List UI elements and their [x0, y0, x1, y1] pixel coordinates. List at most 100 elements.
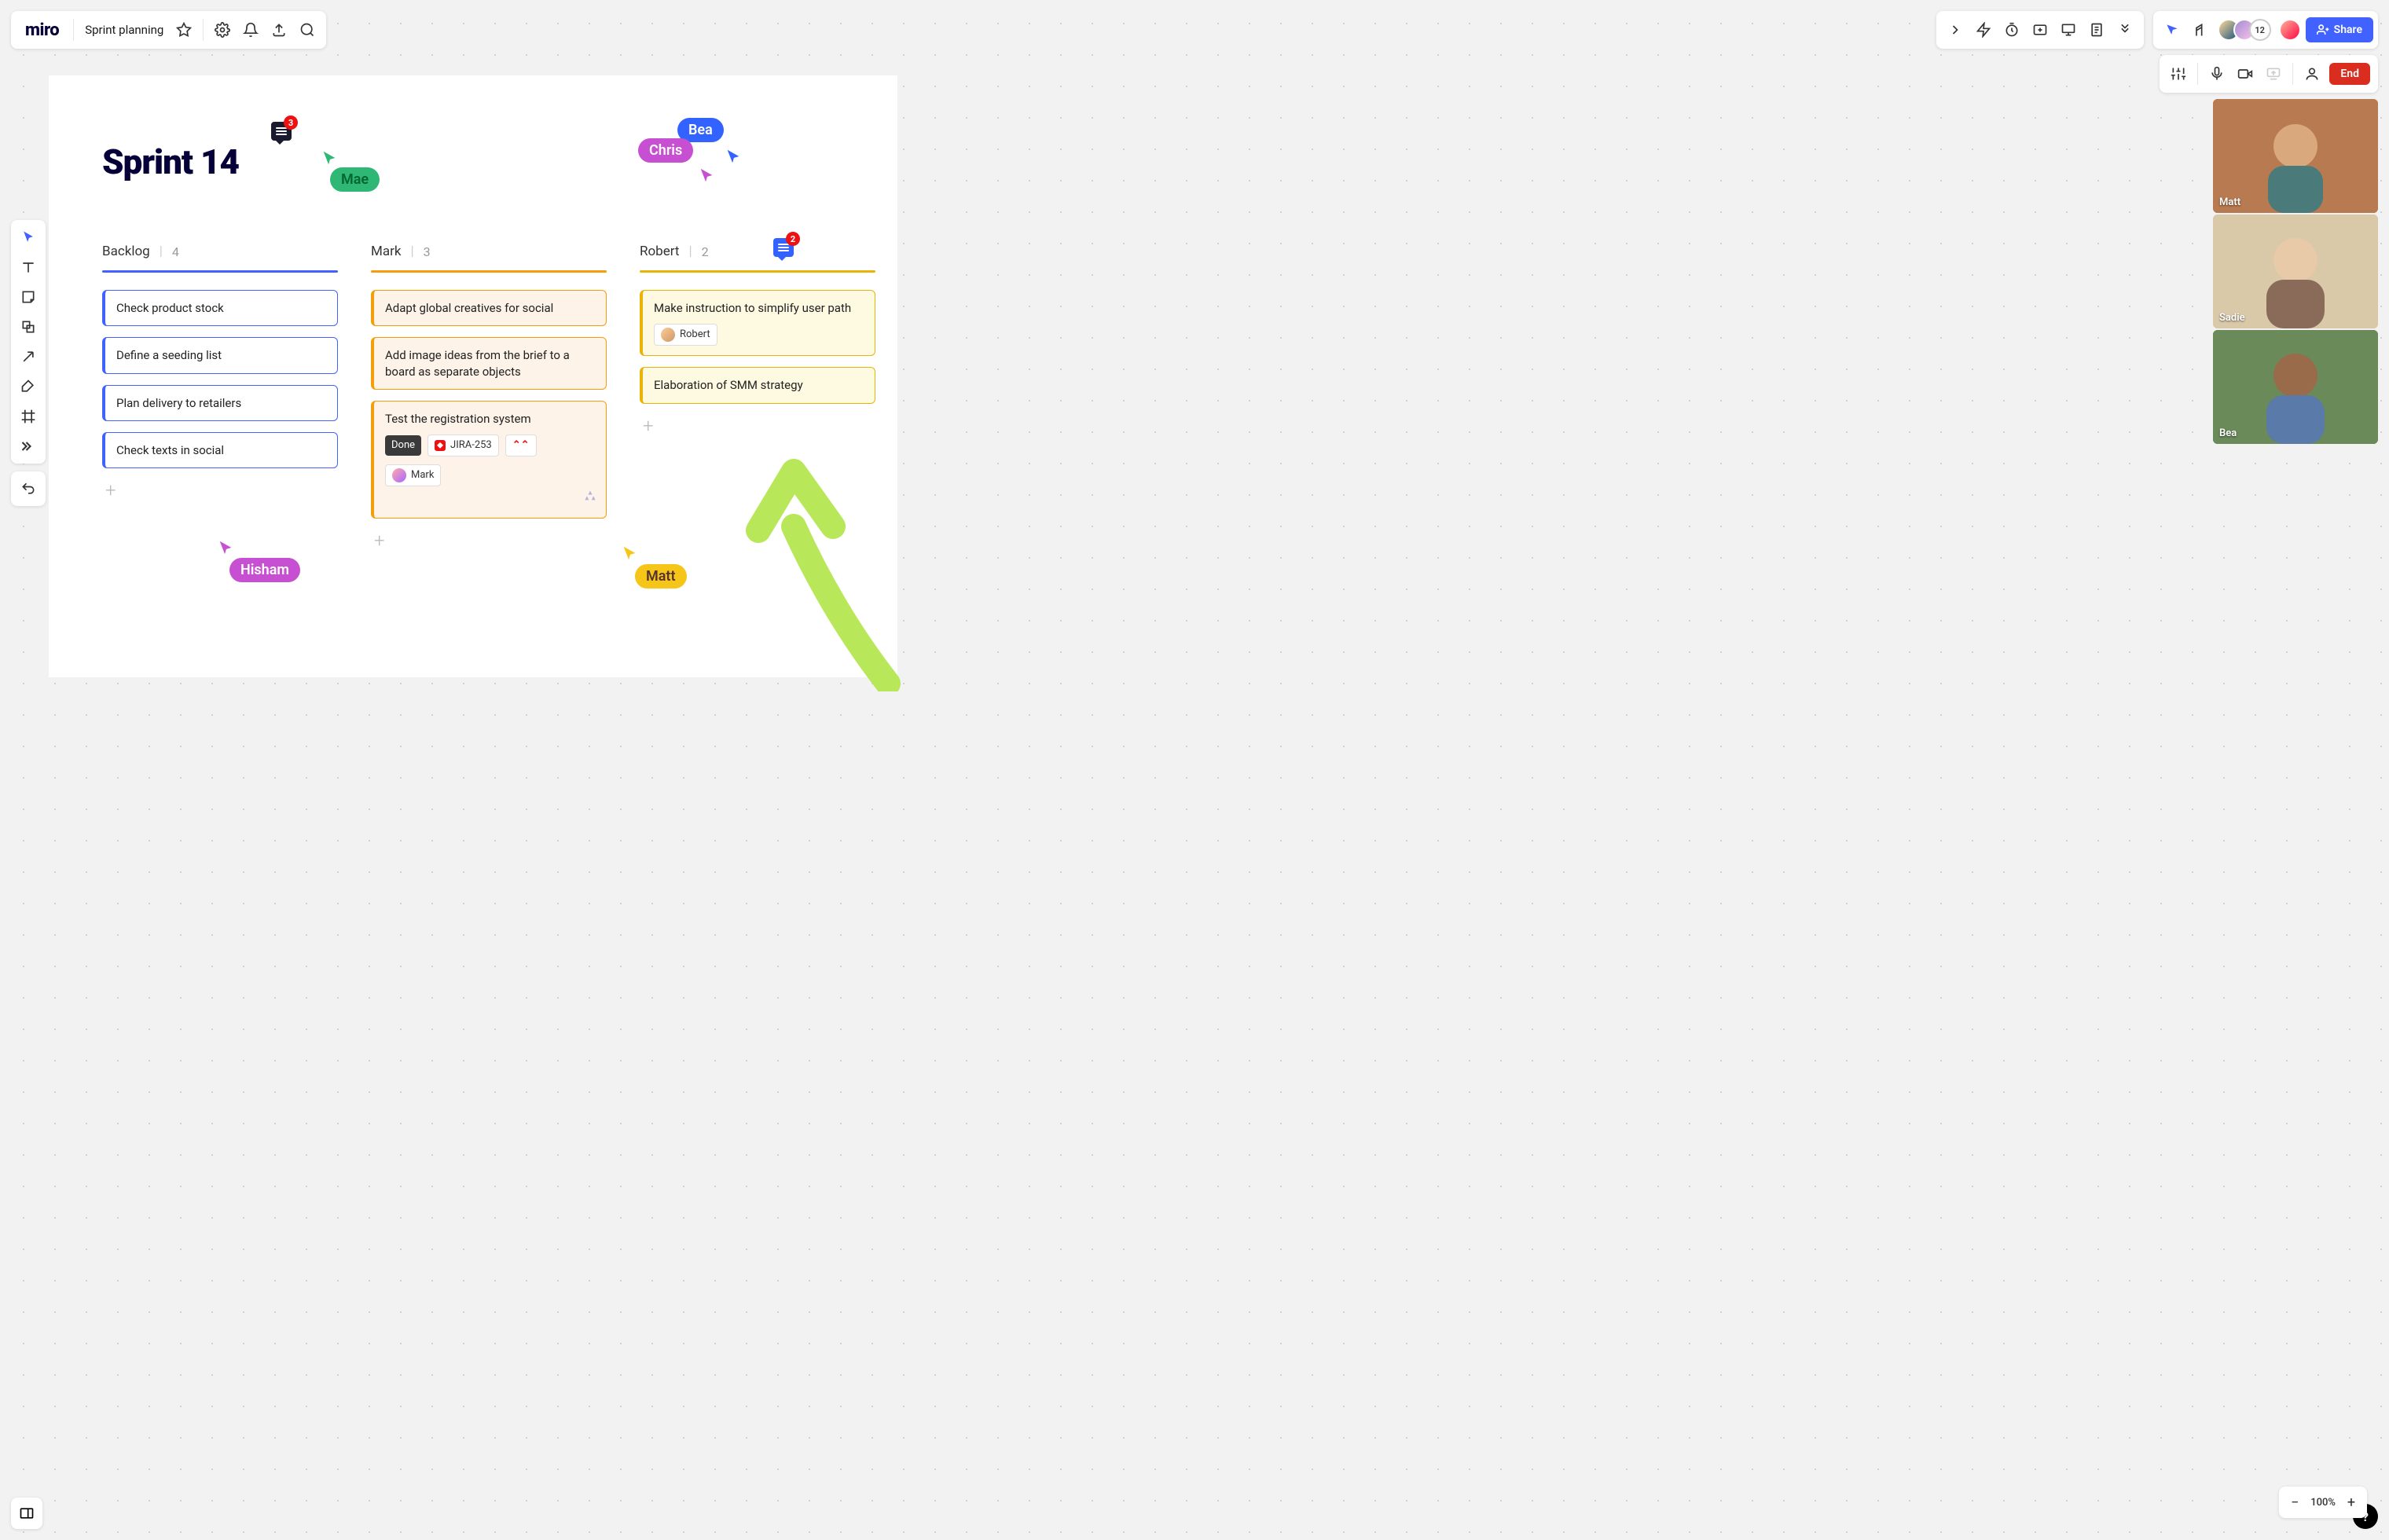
participant-avatars[interactable]: 12	[2218, 19, 2271, 41]
add-card-button[interactable]: +	[640, 415, 875, 437]
frame-tool-icon[interactable]	[14, 402, 42, 431]
status-chip[interactable]: Done	[385, 435, 421, 456]
my-avatar[interactable]	[2279, 19, 2301, 41]
column-header[interactable]: Robert | 2	[640, 244, 875, 270]
card-text: Make instruction to simplify user path	[654, 300, 864, 316]
card[interactable]: Add image ideas from the brief to a boar…	[371, 337, 607, 390]
assignee-chip[interactable]: Mark	[385, 464, 441, 486]
jira-chip[interactable]: JIRA-253	[428, 434, 499, 456]
cursor-hisham: Hisham	[229, 558, 300, 582]
column-robert: Robert | 2 Make instruction to simplify …	[640, 244, 875, 437]
cursor-mae: Mae	[330, 167, 380, 192]
miro-logo[interactable]: miro	[16, 20, 68, 40]
priority-chip[interactable]: ⌃⌃	[505, 434, 537, 456]
notifications-icon[interactable]	[237, 16, 265, 44]
assignee-chip[interactable]: Robert	[654, 324, 717, 346]
column-backlog: Backlog | 4 Check product stock Define a…	[102, 244, 338, 501]
notes-icon[interactable]	[2083, 16, 2111, 44]
card[interactable]: Make instruction to simplify user path R…	[640, 290, 875, 356]
video-tile[interactable]: Bea	[2213, 330, 2378, 444]
avatar-icon	[392, 468, 406, 482]
card[interactable]: Elaboration of SMM strategy	[640, 367, 875, 403]
column-name: Robert	[640, 244, 679, 259]
divider	[2292, 63, 2293, 85]
card[interactable]: Adapt global creatives for social	[371, 290, 607, 326]
avatar-count[interactable]: 12	[2249, 19, 2271, 41]
mic-icon[interactable]	[2203, 60, 2231, 88]
search-icon[interactable]	[293, 16, 321, 44]
cursor-share-icon[interactable]	[2158, 16, 2186, 44]
more-tools-icon[interactable]	[14, 432, 42, 460]
tools-group	[11, 220, 46, 464]
column-header[interactable]: Backlog | 4	[102, 244, 338, 270]
divider	[2197, 63, 2198, 85]
voting-icon[interactable]	[2026, 16, 2054, 44]
screenshare-icon[interactable]	[2259, 60, 2288, 88]
call-controls: End	[2160, 55, 2378, 93]
share-button[interactable]: Share	[2306, 17, 2373, 42]
column-divider	[640, 270, 875, 273]
more-apps-icon[interactable]	[2111, 16, 2139, 44]
column-header[interactable]: Mark | 3	[371, 244, 607, 270]
card[interactable]: Test the registration system Done JIRA-2…	[371, 401, 607, 519]
sticky-note-tool-icon[interactable]	[14, 283, 42, 311]
timer-icon[interactable]	[1998, 16, 2026, 44]
column-divider	[371, 270, 607, 273]
settings-icon[interactable]	[208, 16, 237, 44]
end-call-button[interactable]: End	[2329, 63, 2370, 85]
undo-group	[11, 471, 46, 506]
expand-icon[interactable]	[1941, 16, 1969, 44]
reactions-icon[interactable]	[2186, 16, 2215, 44]
card[interactable]: Check texts in social	[102, 432, 338, 468]
zoom-out-button[interactable]: −	[2282, 1490, 2307, 1515]
column-name: Mark	[371, 244, 401, 259]
left-toolbar	[11, 220, 46, 506]
column-count: 4	[172, 244, 179, 259]
export-icon[interactable]	[265, 16, 293, 44]
divider	[203, 19, 204, 41]
column-count: 2	[702, 244, 709, 259]
video-name: Matt	[2219, 196, 2240, 208]
apps-group	[1936, 11, 2144, 49]
board-name[interactable]: Sprint planning	[79, 23, 170, 37]
chip-row: Robert	[654, 324, 864, 346]
card[interactable]: Plan delivery to retailers	[102, 385, 338, 421]
shape-tool-icon[interactable]	[14, 313, 42, 341]
video-tile[interactable]: Sadie	[2213, 214, 2378, 328]
top-left-toolbar: miro Sprint planning	[11, 11, 326, 49]
board-title[interactable]: Sprint 14	[102, 141, 239, 182]
add-card-button[interactable]: +	[102, 479, 338, 501]
jira-icon	[435, 440, 446, 451]
share-label: Share	[2334, 24, 2362, 36]
divider	[73, 19, 74, 41]
card[interactable]: Check product stock	[102, 290, 338, 326]
add-card-button[interactable]: +	[371, 530, 607, 552]
sliders-icon[interactable]	[2164, 60, 2193, 88]
video-tile[interactable]: Matt	[2213, 99, 2378, 213]
pen-tool-icon[interactable]	[14, 372, 42, 401]
undo-icon[interactable]	[14, 475, 42, 503]
card-text: Test the registration system	[385, 411, 595, 427]
presentation-icon[interactable]	[2054, 16, 2083, 44]
separator: |	[688, 244, 692, 259]
zoom-in-button[interactable]: +	[2339, 1490, 2364, 1515]
bolt-icon[interactable]	[1969, 16, 1998, 44]
column-name: Backlog	[102, 244, 150, 259]
comment-icon[interactable]: 2	[773, 238, 794, 257]
cursor-chris: Chris	[638, 138, 693, 163]
arrow-tool-icon[interactable]	[14, 343, 42, 371]
top-right-cluster: 12 Share	[1936, 11, 2378, 49]
zoom-level[interactable]: 100%	[2307, 1497, 2339, 1509]
participants-icon[interactable]	[2298, 60, 2326, 88]
card[interactable]: Define a seeding list	[102, 337, 338, 373]
frames-panel-button[interactable]	[11, 1498, 42, 1529]
video-icon[interactable]	[2231, 60, 2259, 88]
video-name: Bea	[2219, 427, 2237, 439]
cursor-matt: Matt	[635, 564, 687, 588]
chip-row: Mark	[385, 464, 595, 486]
text-tool-icon[interactable]	[14, 253, 42, 281]
star-icon[interactable]	[170, 16, 198, 44]
video-name: Sadie	[2219, 312, 2245, 324]
comment-icon[interactable]: 3	[271, 122, 292, 141]
select-tool-icon[interactable]	[14, 223, 42, 251]
